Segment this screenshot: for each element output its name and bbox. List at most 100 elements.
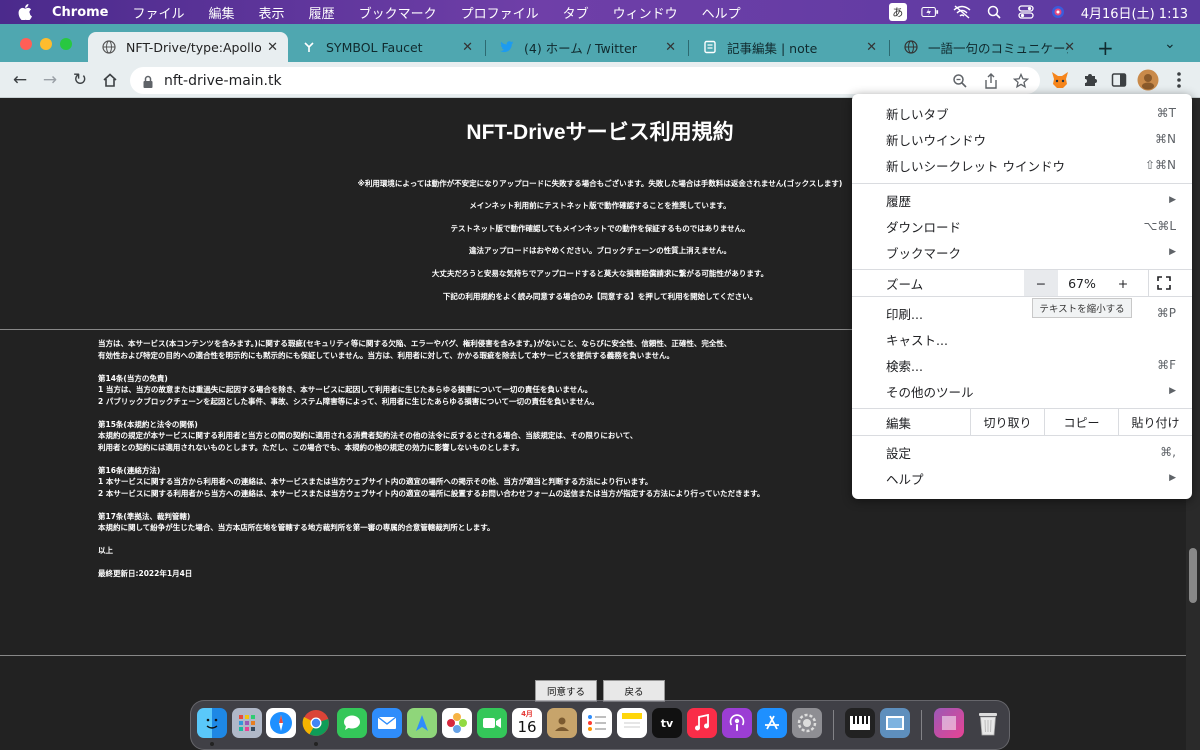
input-method-icon[interactable]: あ [888,3,907,21]
trash-icon[interactable] [973,708,1003,738]
menu-edit[interactable]: 編集 [209,3,235,22]
menu-item-label: キャスト... [886,332,948,348]
menu-more-tools[interactable]: その他のツール ▶ [852,378,1192,404]
downloads-stack-icon[interactable] [934,708,964,738]
menu-print[interactable]: 印刷... ⌘P [852,300,1192,326]
home-icon[interactable] [99,69,121,91]
menu-find[interactable]: 検索... ⌘F [852,352,1192,378]
control-center-icon[interactable] [1017,5,1035,19]
lock-icon[interactable] [142,74,154,88]
menu-bookmarks[interactable]: ブックマーク [359,3,437,22]
cut-button[interactable]: 切り取り [970,409,1044,435]
facetime-icon[interactable] [477,708,507,738]
running-indicator [314,742,318,746]
reload-icon[interactable]: ↻ [69,69,91,91]
piano-app-icon[interactable] [845,708,875,738]
maps-icon[interactable] [407,708,437,738]
menu-help[interactable]: ヘルプ ▶ [852,465,1192,491]
metamask-icon[interactable] [1049,69,1071,91]
launchpad-icon[interactable] [232,708,262,738]
copy-button[interactable]: コピー [1044,409,1118,435]
podcasts-icon[interactable] [722,708,752,738]
messages-icon[interactable] [337,708,367,738]
system-preferences-icon[interactable] [792,708,822,738]
forward-icon[interactable]: → [39,69,61,91]
menu-downloads[interactable]: ダウンロード ⌥⌘L [852,213,1192,239]
spotlight-search-icon[interactable] [985,5,1003,19]
zoom-in-button[interactable]: + [1106,270,1140,296]
menu-window[interactable]: ウィンドウ [613,3,678,22]
music-icon[interactable] [687,708,717,738]
chrome-icon[interactable] [301,708,331,738]
apple-tv-icon[interactable]: tv [652,708,682,738]
share-icon[interactable] [981,71,1001,91]
menu-cast[interactable]: キャスト... [852,326,1192,352]
contacts-icon[interactable] [547,708,577,738]
close-tab-icon[interactable]: ✕ [866,40,877,55]
terms-line [98,407,858,419]
menu-bookmarks[interactable]: ブックマーク ▶ [852,239,1192,265]
menu-new-tab[interactable]: 新しいタブ ⌘T [852,100,1192,126]
menu-new-window[interactable]: 新しいウインドウ ⌘N [852,126,1192,152]
agree-button[interactable]: 同意する [535,680,597,702]
side-panel-icon[interactable] [1108,69,1130,91]
menu-help[interactable]: ヘルプ [702,3,741,22]
fullscreen-icon[interactable] [1148,270,1178,296]
menu-history[interactable]: 履歴 ▶ [852,187,1192,213]
macos-dock: 4月 16 tv [190,700,1010,750]
safari-icon[interactable] [266,708,296,738]
preview-icon[interactable] [880,708,910,738]
notes-icon[interactable] [617,708,647,738]
menu-profiles[interactable]: プロファイル [461,3,539,22]
close-tab-icon[interactable]: ✕ [1064,40,1075,55]
back-icon[interactable]: ← [9,69,31,91]
terms-line: 有効性および特定の目的への適合性を明示的にも黙示的にも保証していません。当方は、… [98,350,674,360]
tab-communication[interactable]: 一語一句のコミュニケーショ ✕ [890,32,1085,62]
chrome-menu-kebab-icon[interactable] [1168,69,1190,91]
close-tab-icon[interactable]: ✕ [267,40,278,55]
paste-button[interactable]: 貼り付け [1118,409,1192,435]
mail-icon[interactable] [372,708,402,738]
extensions-puzzle-icon[interactable] [1079,69,1101,91]
finder-icon[interactable] [197,708,227,738]
siri-icon[interactable] [1049,5,1067,19]
app-store-icon[interactable] [757,708,787,738]
profile-avatar[interactable] [1137,69,1159,91]
url-text[interactable]: nft-drive-main.tk [164,73,282,89]
new-tab-icon[interactable]: + [1097,36,1114,60]
menubar-datetime[interactable]: 4月16日(土) 1:13 [1081,3,1188,22]
tab-note[interactable]: 記事編集 | note ✕ [689,32,887,62]
close-window-button[interactable] [20,38,32,50]
scrollbar-thumb[interactable] [1189,548,1197,603]
zoom-window-button[interactable] [60,38,72,50]
menu-history[interactable]: 履歴 [309,3,335,22]
menu-view[interactable]: 表示 [259,3,285,22]
menu-new-incognito-window[interactable]: 新しいシークレット ウインドウ ⇧⌘N [852,152,1192,178]
back-button[interactable]: 戻る [603,680,665,702]
note-icon [703,40,717,54]
photos-icon[interactable] [442,708,472,738]
tab-symbol-faucet[interactable]: SYMBOL Faucet ✕ [288,32,483,62]
minimize-window-button[interactable] [40,38,52,50]
zoom-out-button[interactable]: − [1024,270,1058,296]
tab-twitter[interactable]: (4) ホーム / Twitter ✕ [486,32,686,62]
window-controls [20,38,72,50]
wifi-off-icon[interactable] [953,5,971,19]
terms-line [98,361,858,373]
reminders-icon[interactable] [582,708,612,738]
bookmark-star-icon[interactable] [1011,71,1031,91]
zoom-magnifier-icon[interactable] [950,71,970,91]
tab-search-icon[interactable]: ⌄ [1164,36,1176,52]
battery-icon[interactable] [921,5,939,19]
apple-icon[interactable] [18,4,34,20]
close-tab-icon[interactable]: ✕ [665,40,676,55]
address-bar[interactable]: nft-drive-main.tk [130,67,1040,94]
tab-nft-drive[interactable]: NFT-Drive/type:Apollo-MА ✕ [88,32,288,62]
close-tab-icon[interactable]: ✕ [462,40,473,55]
terms-line [98,499,858,511]
menu-tab[interactable]: タブ [563,3,589,22]
menu-settings[interactable]: 設定 ⌘, [852,439,1192,465]
calendar-icon[interactable]: 4月 16 [512,708,542,738]
menu-app-name[interactable]: Chrome [52,5,109,20]
menu-file[interactable]: ファイル [133,3,185,22]
